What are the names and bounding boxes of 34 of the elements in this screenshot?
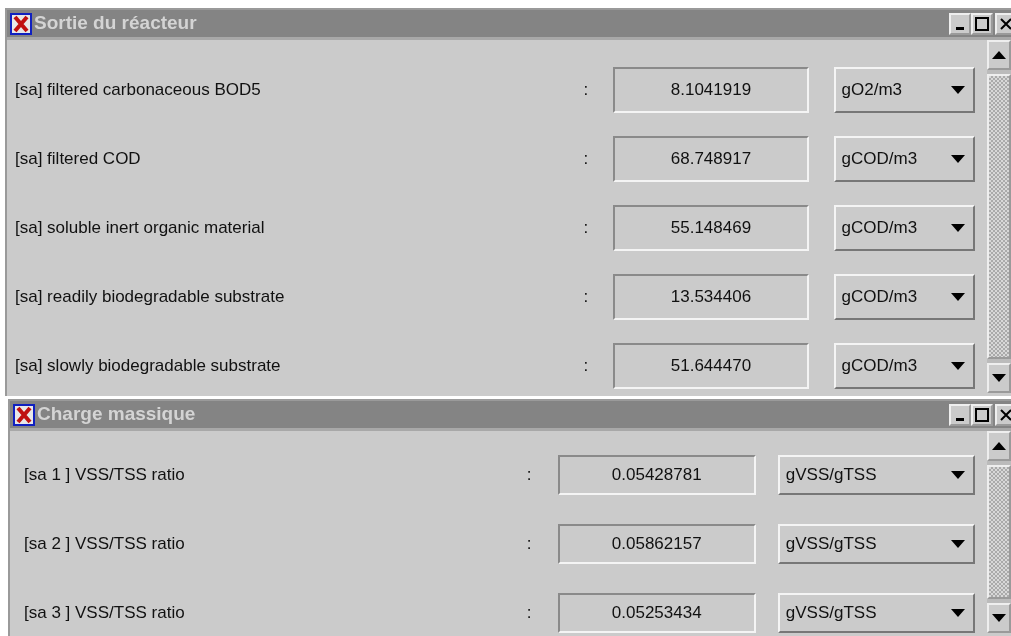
value-field: 68.748917 [613,135,809,182]
separator-colon: : [526,532,533,555]
field-label: [sa] readily biodegradable substrate [15,285,286,308]
value-field: 0.05428781 [557,454,756,495]
field-label: [sa] soluble inert organic material [15,216,266,239]
unit-dropdown[interactable]: gVSS/gTSS [777,592,975,633]
unit-dropdown[interactable]: gCOD/m3 [833,342,975,389]
field-label: [sa] filtered COD [15,147,142,170]
separator-colon: : [583,285,590,308]
separator-colon: : [583,147,590,170]
separator-colon: : [583,216,590,239]
value-field: 0.05253434 [557,592,756,633]
value-field: 8.1041919 [613,66,809,113]
value-field: 0.05862157 [557,523,756,564]
separator-colon: : [526,463,533,486]
unit-dropdown[interactable]: gVSS/gTSS [777,523,975,564]
field-label: [sa 1 ] VSS/TSS ratio [24,463,186,486]
separator-colon: : [583,78,590,101]
unit-dropdown[interactable]: gCOD/m3 [833,273,975,320]
field-label: [sa 2 ] VSS/TSS ratio [24,532,186,555]
unit-dropdown[interactable]: gVSS/gTSS [777,454,975,495]
separator-colon: : [526,601,533,624]
field-label: [sa] filtered carbonaceous BOD5 [15,78,262,101]
value-field: 55.148469 [613,204,809,251]
field-label: [sa 3 ] VSS/TSS ratio [24,601,186,624]
unit-dropdown[interactable]: gCOD/m3 [833,135,975,182]
value-field: 13.534406 [613,273,809,320]
separator-colon: : [583,354,590,377]
value-field: 51.644470 [613,342,809,389]
window-title: Sortie du réacteur [34,11,197,36]
unit-dropdown[interactable]: gCOD/m3 [833,204,975,251]
window-title: Charge massique [37,402,196,427]
field-label: [sa] slowly biodegradable substrate [15,354,282,377]
unit-dropdown[interactable]: gO2/m3 [833,66,975,113]
